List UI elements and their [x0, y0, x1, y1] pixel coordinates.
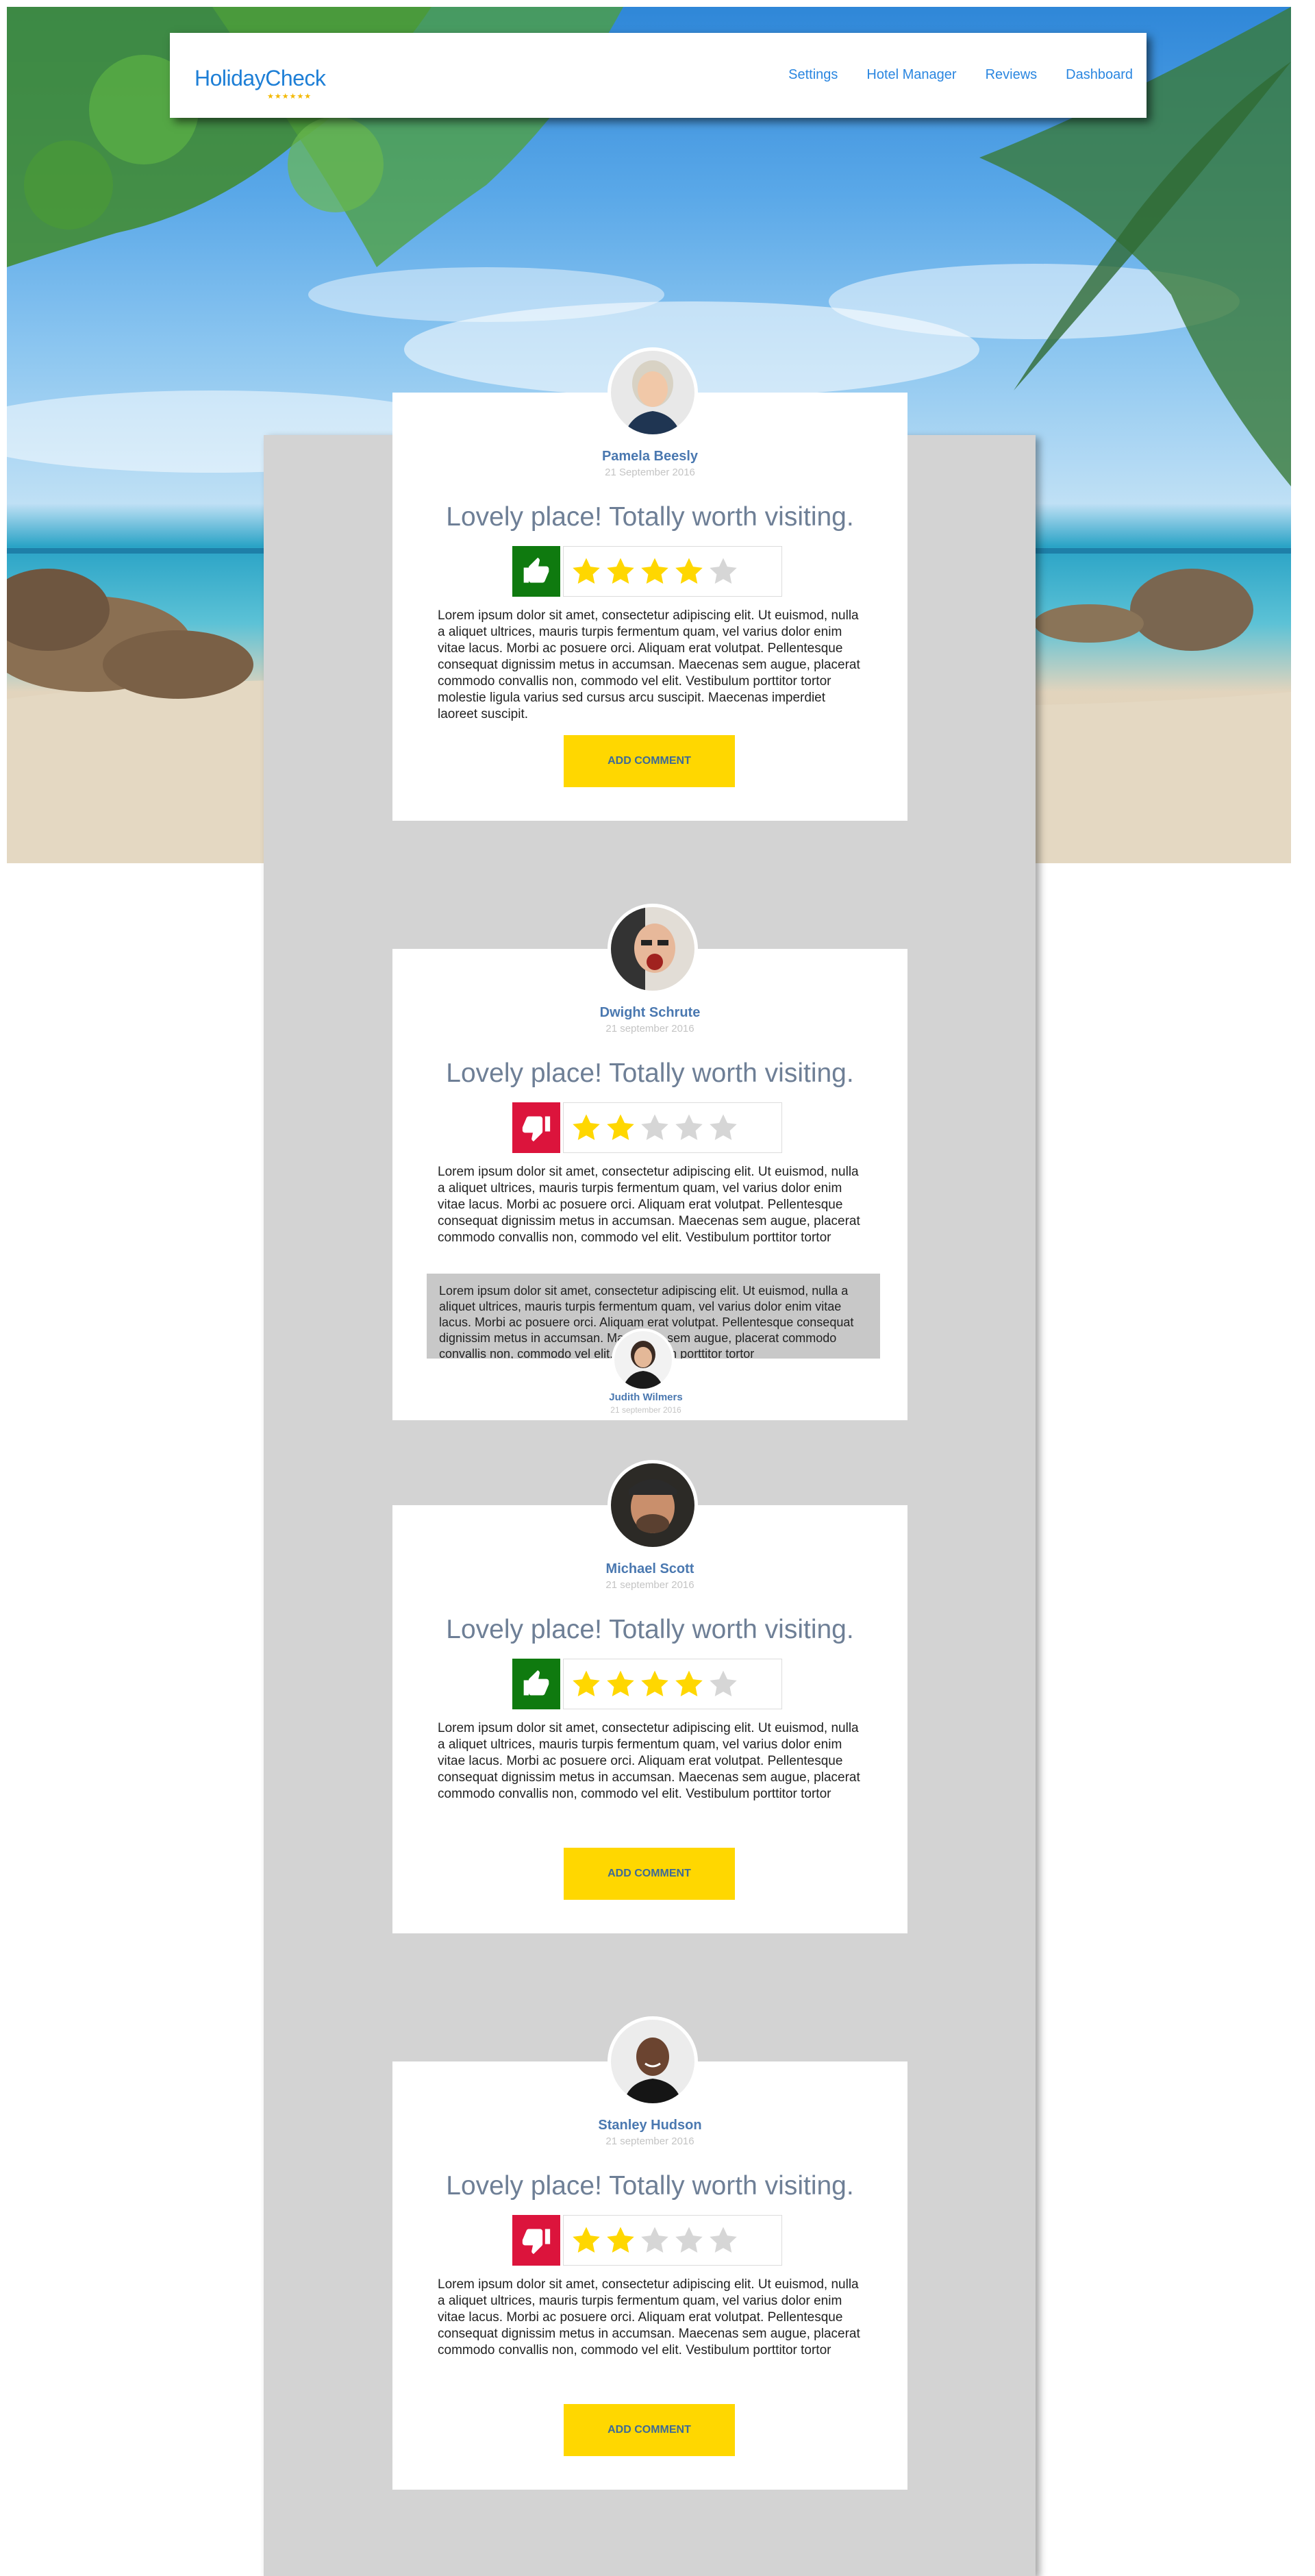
add-comment-button[interactable]: ADD COMMENT: [564, 2404, 735, 2456]
review-card: Stanley Hudson 21 september 2016 Lovely …: [392, 2016, 907, 2490]
nav-links: Settings Hotel Manager Reviews Dashboard: [788, 67, 1133, 83]
logo-text: HolidayCheck: [195, 66, 326, 90]
rating-row: [512, 546, 782, 597]
comment-date: 21 september 2016: [610, 1405, 681, 1415]
nav-link-dashboard[interactable]: Dashboard: [1066, 67, 1133, 83]
logo-stars: ★★★★★★: [267, 92, 312, 101]
commenter-name[interactable]: Judith Wilmers: [392, 1391, 899, 1403]
star-filled-icon: [675, 1670, 703, 1697]
top-navbar: HolidayCheck ★★★★★★ Settings Hotel Manag…: [170, 33, 1147, 118]
reviewer-name[interactable]: Dwight Schrute: [392, 1005, 907, 1021]
star-filled-icon: [573, 2227, 600, 2253]
avatar-stanley: [608, 2016, 698, 2107]
star-filled-icon: [573, 1670, 600, 1697]
star-filled-icon: [573, 558, 600, 584]
star-rating: [563, 2215, 782, 2266]
review-title: Lovely place! Totally worth visiting.: [446, 1615, 854, 1644]
star-empty-icon: [641, 1114, 668, 1141]
thumbs-down-icon: [512, 1102, 560, 1153]
avatar-michael: [608, 1460, 698, 1550]
add-comment-button[interactable]: ADD COMMENT: [564, 735, 735, 787]
star-filled-icon: [607, 2227, 634, 2253]
star-empty-icon: [675, 2227, 703, 2253]
review-date: 21 September 2016: [605, 467, 695, 478]
star-empty-icon: [641, 2227, 668, 2253]
thumbs-up-icon: [512, 546, 560, 597]
holidaycheck-logo[interactable]: HolidayCheck ★★★★★★: [195, 66, 326, 101]
avatar-dwight: [608, 904, 698, 994]
review-body: Lorem ipsum dolor sit amet, consectetur …: [438, 1165, 860, 1245]
star-empty-icon: [710, 1670, 737, 1697]
reviewer-name[interactable]: Stanley Hudson: [392, 2118, 907, 2133]
reviewer-name[interactable]: Michael Scott: [392, 1561, 907, 1577]
star-rating: [563, 546, 782, 597]
star-empty-icon: [710, 2227, 737, 2253]
review-date: 21 september 2016: [605, 2135, 694, 2147]
avatar-judith: [612, 1328, 675, 1391]
star-filled-icon: [573, 1114, 600, 1141]
review-body: Lorem ipsum dolor sit amet, consectetur …: [438, 1721, 860, 1801]
avatar-pamela: [608, 347, 698, 438]
thumbs-up-icon: [512, 1659, 560, 1709]
star-empty-icon: [710, 1114, 737, 1141]
nav-link-settings[interactable]: Settings: [788, 67, 838, 83]
add-comment-button[interactable]: ADD COMMENT: [564, 1848, 735, 1900]
star-filled-icon: [641, 1670, 668, 1697]
review-card: Pamela Beesly 21 September 2016 Lovely p…: [392, 347, 907, 821]
star-empty-icon: [675, 1114, 703, 1141]
review-card: Michael Scott 21 september 2016 Lovely p…: [392, 1460, 907, 1933]
nav-link-hotel-manager[interactable]: Hotel Manager: [866, 67, 956, 83]
review-date: 21 september 2016: [605, 1579, 694, 1591]
review-body: Lorem ipsum dolor sit amet, consectetur …: [438, 2277, 860, 2357]
star-filled-icon: [607, 558, 634, 584]
review-title: Lovely place! Totally worth visiting.: [446, 502, 854, 532]
review-title: Lovely place! Totally worth visiting.: [446, 1058, 854, 1088]
star-filled-icon: [607, 1114, 634, 1141]
rating-row: [512, 1659, 782, 1709]
review-card: Dwight Schrute 21 september 2016 Lovely …: [392, 904, 907, 1420]
review-date: 21 september 2016: [605, 1023, 694, 1035]
star-filled-icon: [675, 558, 703, 584]
star-rating: [563, 1659, 782, 1709]
star-rating: [563, 1102, 782, 1153]
star-filled-icon: [641, 558, 668, 584]
nav-link-reviews[interactable]: Reviews: [986, 67, 1038, 83]
rating-row: [512, 2215, 782, 2266]
star-filled-icon: [607, 1670, 634, 1697]
rating-row: [512, 1102, 782, 1153]
thumbs-down-icon: [512, 2215, 560, 2266]
review-body: Lorem ipsum dolor sit amet, consectetur …: [438, 608, 860, 721]
review-title: Lovely place! Totally worth visiting.: [446, 2171, 854, 2201]
reviewer-name[interactable]: Pamela Beesly: [392, 449, 907, 465]
star-empty-icon: [710, 558, 737, 584]
